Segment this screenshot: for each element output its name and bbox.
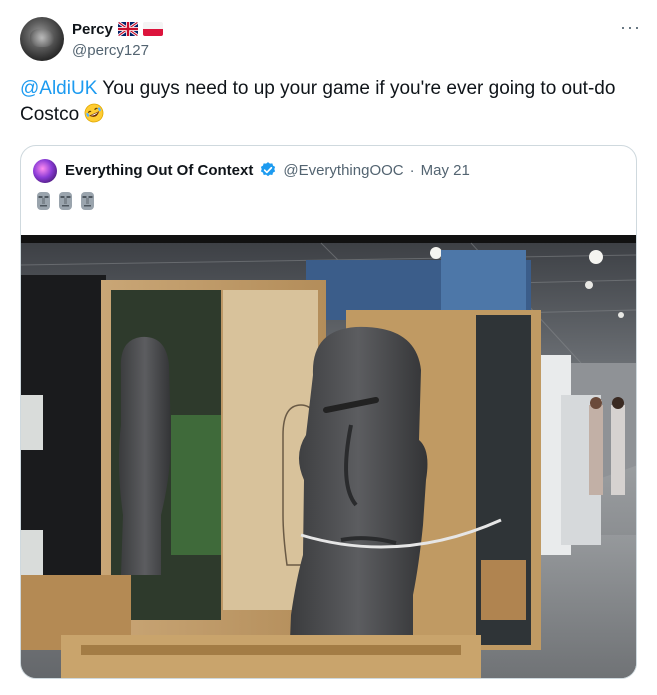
more-options-icon[interactable]: ··· [620, 18, 641, 36]
moai-emoji-row [35, 191, 96, 211]
tweet-body: You guys need to up your game if you're … [20, 78, 616, 125]
display-name[interactable]: Percy [72, 21, 113, 38]
quoted-avatar[interactable] [33, 159, 57, 183]
quoted-display-name[interactable]: Everything Out Of Context [65, 162, 253, 179]
quoted-handle[interactable]: @EverythingOOC [283, 162, 403, 179]
quoted-photo[interactable] [21, 235, 636, 678]
moai-emoji [59, 192, 72, 210]
rolling-on-floor-laughing-emoji [85, 103, 104, 123]
verified-badge-icon [261, 162, 276, 177]
moai-statues-photo [21, 235, 636, 678]
moai-emoji [37, 192, 50, 210]
quoted-tweet[interactable]: Everything Out Of Context @EverythingOOC… [20, 145, 637, 679]
quoted-date[interactable]: May 21 [421, 162, 470, 179]
name-row: Percy [72, 18, 163, 40]
uk-flag-icon [117, 22, 138, 36]
poland-flag-icon [142, 22, 163, 36]
avatar[interactable] [20, 17, 64, 61]
user-handle[interactable]: @percy127 [72, 42, 149, 59]
tweet-text: @AldiUK You guys need to up your game if… [20, 76, 630, 128]
moai-emoji [81, 192, 94, 210]
mention-link[interactable]: @AldiUK [20, 78, 97, 99]
separator-dot: · [409, 161, 415, 179]
quoted-header: Everything Out Of Context @EverythingOOC… [65, 161, 470, 179]
tweet: Percy @percy127 ··· @AldiUK You guys nee… [0, 0, 657, 695]
